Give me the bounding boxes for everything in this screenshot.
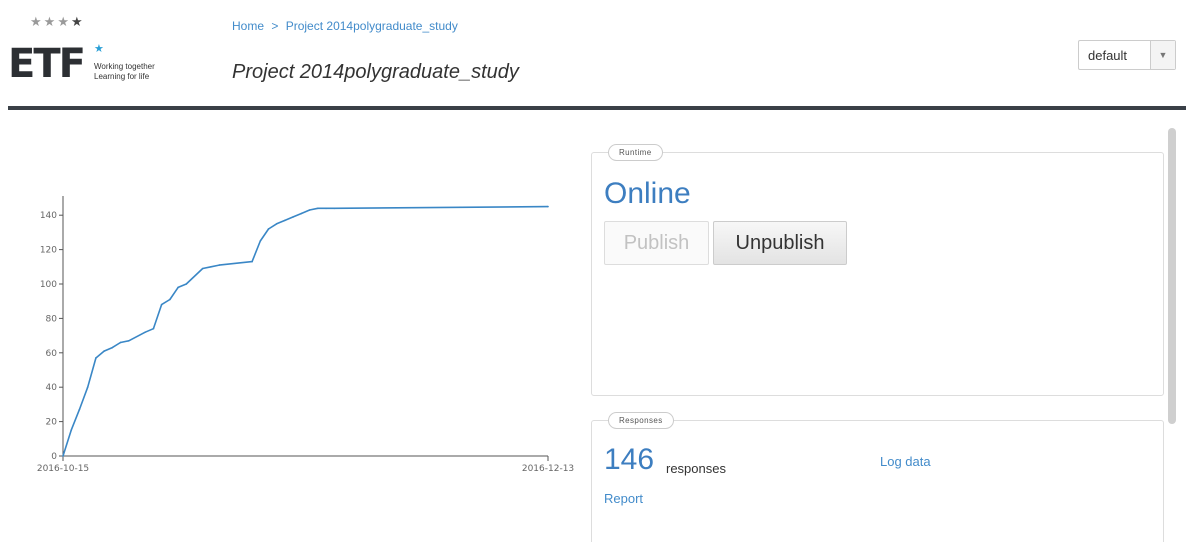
- language-select[interactable]: default ▼: [1078, 40, 1176, 70]
- y-tick-label: 140: [40, 211, 57, 221]
- data-point: [127, 339, 130, 342]
- data-point: [308, 209, 311, 211]
- logo-stars-icon: ★★★★: [30, 14, 85, 29]
- data-point: [185, 283, 188, 285]
- log-data-link[interactable]: Log data: [880, 454, 931, 469]
- responses-panel: Responses 146 responses Log data Report: [591, 412, 1164, 542]
- data-point: [160, 303, 163, 306]
- data-point: [62, 455, 64, 457]
- data-point: [119, 341, 122, 344]
- x-tick-label: 2016-12-13: [522, 464, 574, 474]
- x-axis: 2016-10-15 2016-12-13: [37, 455, 574, 474]
- data-point: [218, 264, 220, 266]
- data-point: [547, 205, 549, 208]
- chart-series: [62, 205, 549, 457]
- status-text: Online: [604, 177, 691, 210]
- y-axis: 0 20 40 60 80 100 120 140: [40, 196, 64, 462]
- data-point: [201, 267, 204, 270]
- data-point: [95, 357, 97, 359]
- x-tick-label: 2016-10-15: [37, 464, 89, 474]
- y-tick-label: 100: [40, 280, 57, 290]
- data-point: [144, 331, 147, 333]
- logo-blue-star-icon: ★: [94, 43, 104, 55]
- breadcrumb: Home > Project 2014polygraduate_study: [232, 19, 458, 33]
- runtime-legend: Runtime: [608, 144, 663, 161]
- data-point: [70, 429, 73, 431]
- breadcrumb-home-link[interactable]: Home: [232, 19, 264, 33]
- breadcrumb-separator: >: [271, 19, 279, 33]
- data-point: [152, 327, 155, 330]
- logo-tagline-line2: Learning for life: [94, 72, 150, 81]
- breadcrumb-current-link[interactable]: Project 2014polygraduate_study: [286, 19, 458, 33]
- data-point: [251, 260, 253, 263]
- report-link[interactable]: Report: [604, 491, 643, 506]
- data-point: [317, 207, 319, 210]
- responses-count-label: responses: [666, 461, 726, 476]
- logo-tagline-line1: Working together: [94, 62, 155, 71]
- y-tick-label: 40: [46, 383, 58, 393]
- responses-legend: Responses: [608, 412, 674, 429]
- y-tick-label: 0: [51, 452, 57, 462]
- data-point: [292, 216, 294, 218]
- data-point: [86, 386, 89, 388]
- responses-series-line: [62, 205, 549, 457]
- y-tick-label: 20: [46, 418, 58, 428]
- logo-tagline: Working together Learning for life: [94, 62, 155, 82]
- y-tick-label: 60: [46, 349, 58, 359]
- unpublish-button[interactable]: Unpublish: [713, 221, 847, 265]
- data-point: [275, 223, 278, 225]
- data-point: [78, 408, 81, 411]
- data-point: [103, 350, 105, 352]
- runtime-panel: Runtime Online Publish Unpublish: [591, 144, 1164, 396]
- chevron-down-icon[interactable]: ▼: [1150, 41, 1175, 69]
- language-select-value: default: [1088, 48, 1128, 63]
- data-point: [169, 298, 171, 301]
- header-divider: [8, 106, 1186, 110]
- y-tick-label: 120: [40, 246, 57, 256]
- data-point: [210, 266, 212, 268]
- data-point: [284, 219, 286, 222]
- page-scrollbar[interactable]: [1168, 128, 1176, 424]
- data-point: [177, 286, 179, 289]
- responses-line-chart: 0 20 40 60 80 100 120 140 2016-10-15 2016-12-13: [37, 196, 574, 474]
- page-title: Project 2014polygraduate_study: [232, 61, 519, 83]
- data-point: [259, 240, 262, 242]
- logo-wordmark: ETF: [8, 41, 86, 87]
- y-tick-label: 80: [46, 314, 58, 324]
- data-point: [267, 228, 270, 230]
- etf-logo[interactable]: ★★★★ ★ ETF Working together Learning for…: [8, 14, 178, 94]
- data-point: [300, 212, 303, 215]
- data-point: [333, 207, 336, 210]
- data-point: [111, 346, 114, 349]
- publish-button[interactable]: Publish: [604, 221, 709, 265]
- responses-count: 146: [604, 443, 655, 476]
- data-point: [325, 207, 327, 210]
